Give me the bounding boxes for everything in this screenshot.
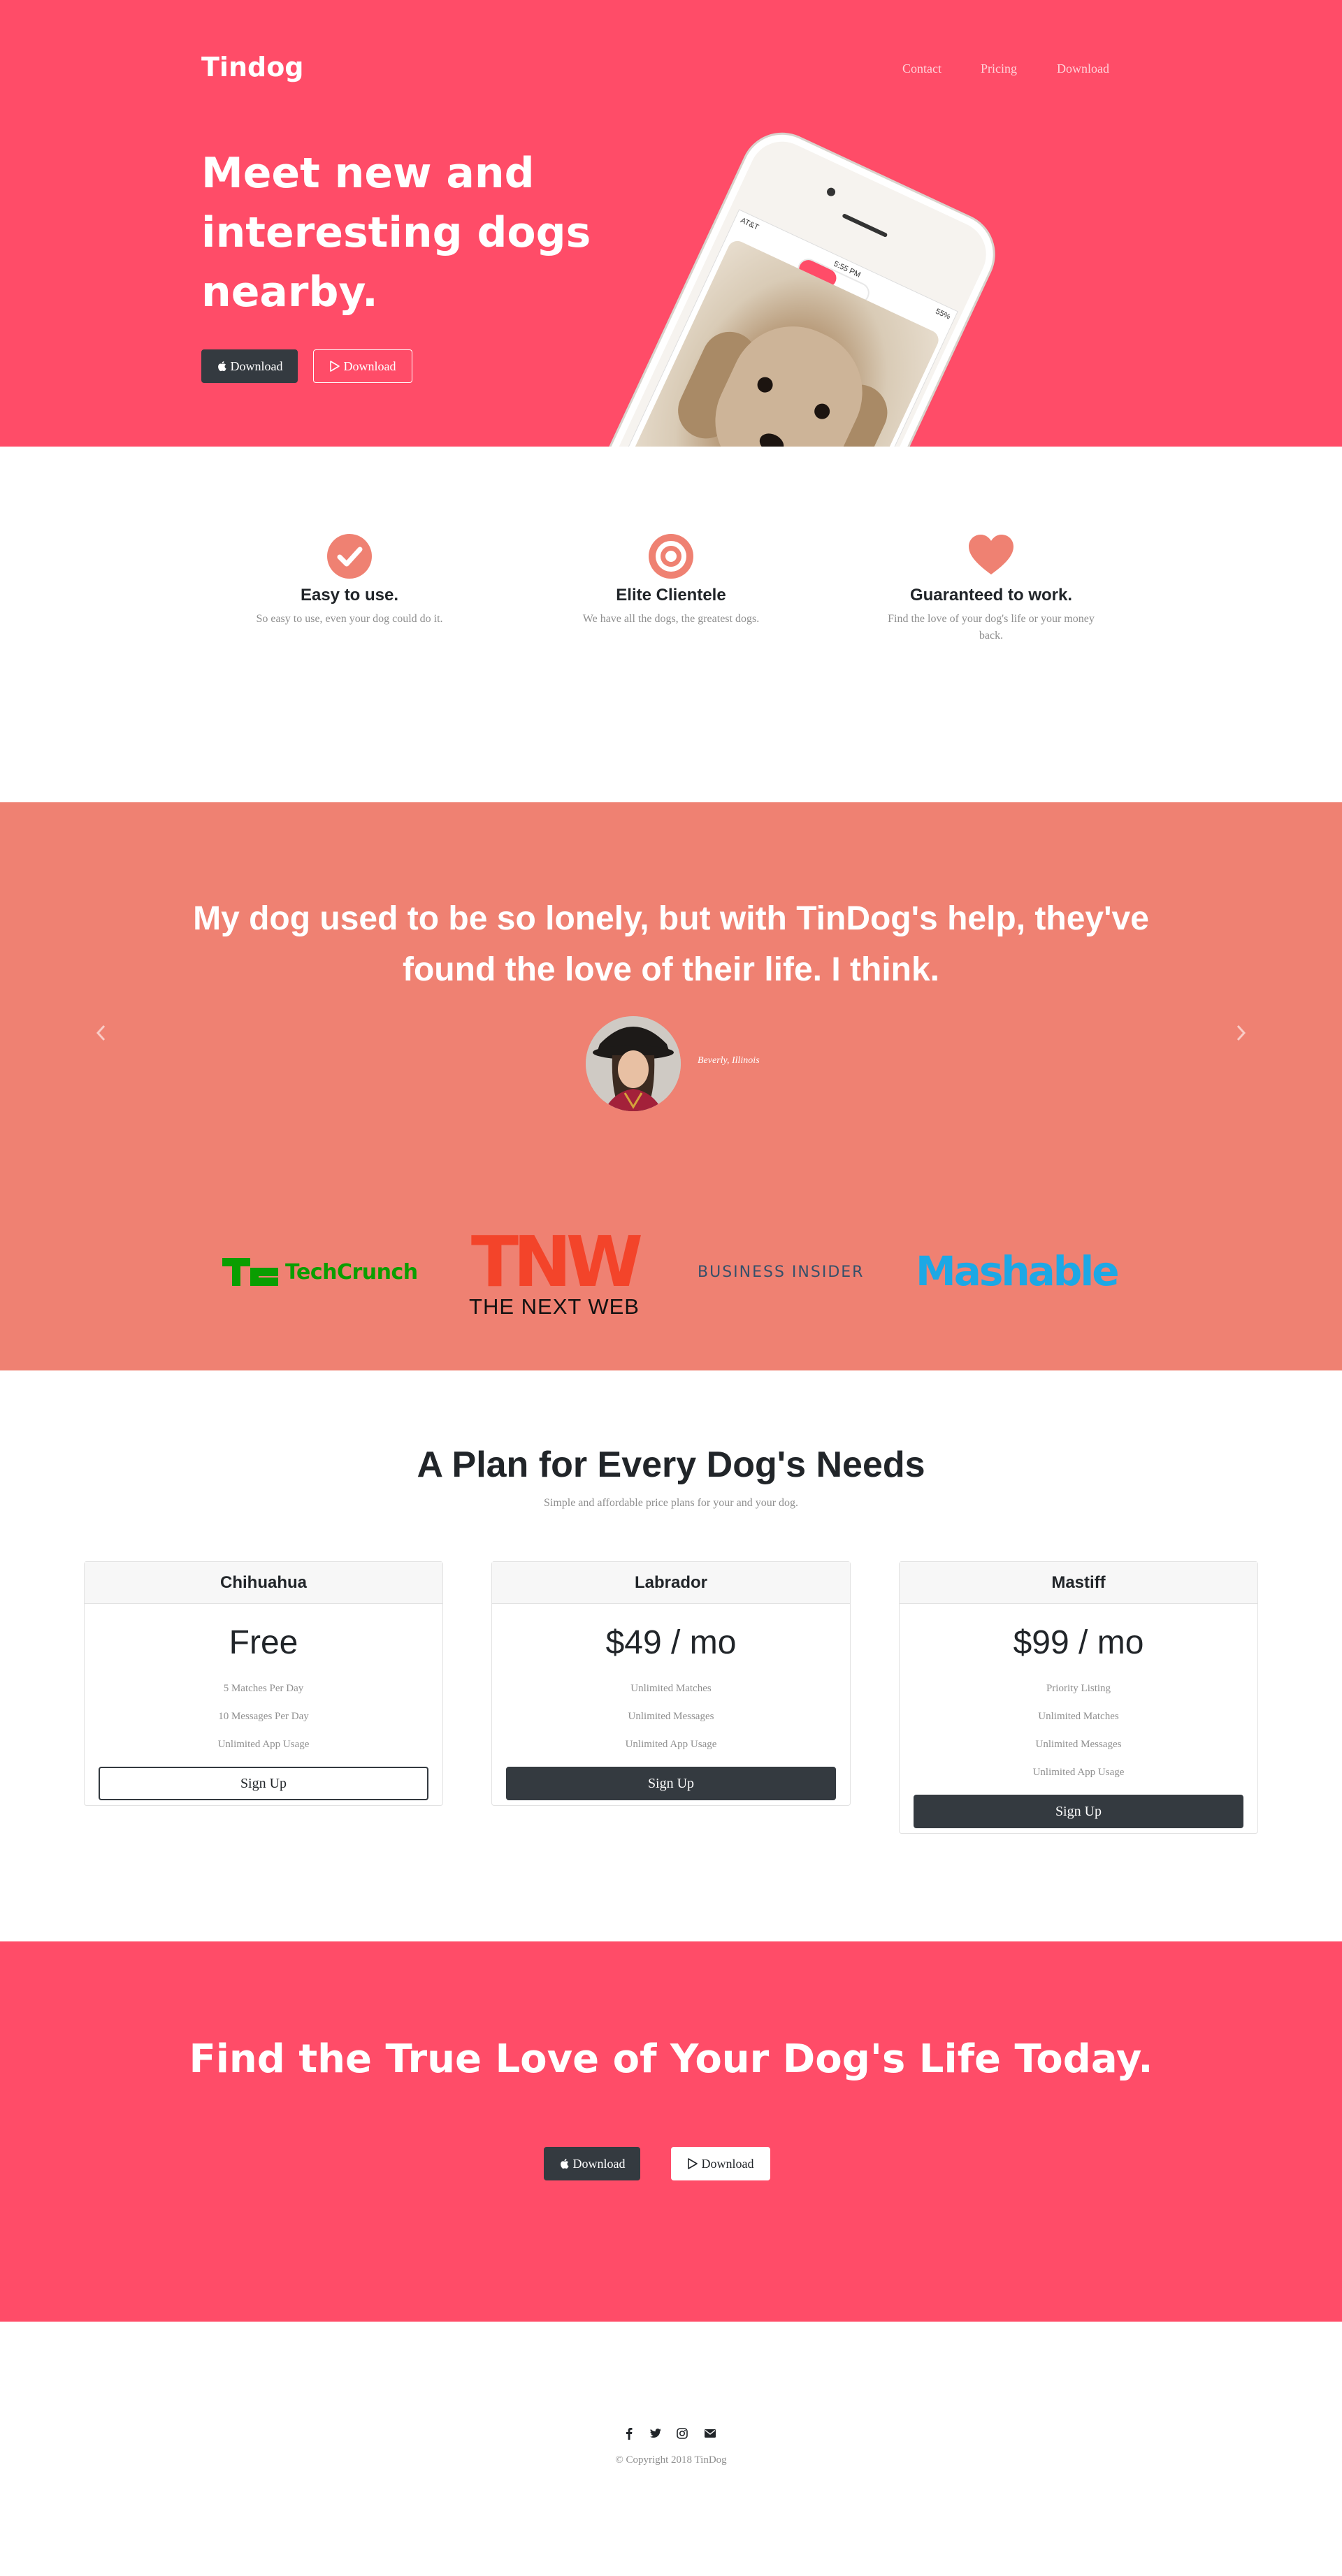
copyright-text: © Copyright 2018 TinDog <box>615 2454 727 2466</box>
hero-play-download-label: Download <box>343 359 396 373</box>
cta-heading: Find the True Love of Your Dog's Life To… <box>189 2036 1153 2082</box>
dog-photo <box>608 238 942 447</box>
google-play-icon <box>329 361 340 372</box>
hero-play-download-button[interactable]: Download <box>313 349 412 383</box>
business-insider-logo: BUSINESS INSIDER <box>698 1264 865 1281</box>
chevron-left-icon <box>96 1025 106 1041</box>
plan-name: Labrador <box>492 1562 850 1604</box>
feature-title: Guaranteed to work. <box>909 586 1073 605</box>
plan-price: $99 / mo <box>1013 1624 1144 1661</box>
apple-icon <box>217 361 226 372</box>
hero-section: Tindog Contact Pricing Download Meet new… <box>0 0 1342 447</box>
facebook-icon[interactable] <box>621 2425 637 2442</box>
feature-title: Elite Clientele <box>616 586 726 605</box>
tnw-logo: TNW THE NEXT WEB <box>454 1221 654 1319</box>
plan-feature: Unlimited Messages <box>628 1711 714 1722</box>
phone-screen: AT&T 5:55 PM 55% <box>573 209 958 447</box>
phone-battery: 55% <box>934 307 952 321</box>
plan-feature: 10 Messages Per Day <box>218 1711 309 1722</box>
mashable-logo: Mashable <box>916 1247 1120 1295</box>
plan-name: Mastiff <box>900 1562 1257 1604</box>
nav-download[interactable]: Download <box>1057 61 1109 76</box>
cta-section: Find the True Love of Your Dog's Life To… <box>0 1941 1342 2322</box>
hero-heading: Meet new and interesting dogs nearby. <box>201 149 591 317</box>
bullseye-icon <box>649 534 693 579</box>
phone-camera <box>825 186 837 198</box>
feature-elite-clientele: Elite Clientele We have all the dogs, th… <box>556 534 786 628</box>
pricing-title: A Plan for Every Dog's Needs <box>417 1445 925 1485</box>
feature-text: Find the love of your dog's life or your… <box>888 613 1095 642</box>
plan-feature: Unlimited App Usage <box>625 1739 717 1750</box>
plan-feature: Unlimited Matches <box>1038 1711 1119 1722</box>
check-circle-icon <box>327 534 372 579</box>
apple-icon <box>560 2159 569 2169</box>
hero-apple-download-label: Download <box>230 359 283 373</box>
carousel-next-button[interactable] <box>1220 998 1262 1068</box>
pricing-card-mastiff: Mastiff $99 / mo Priority Listing Unlimi… <box>899 1561 1258 1834</box>
chevron-right-icon <box>1236 1025 1246 1041</box>
cta-apple-download-label: Download <box>572 2156 626 2171</box>
plan-price: Free <box>229 1624 298 1661</box>
cta-play-download-label: Download <box>701 2156 754 2171</box>
plan-feature: Unlimited Matches <box>630 1683 712 1694</box>
testimonial-quote: My dog used to be so lonely, but with Ti… <box>193 900 1149 988</box>
google-play-icon <box>687 2158 698 2169</box>
hero-apple-download-button[interactable]: Download <box>201 349 298 383</box>
envelope-icon[interactable] <box>702 2425 719 2442</box>
tnw-mark: TNW <box>470 1221 643 1303</box>
phone-speaker <box>842 213 888 238</box>
pricing-card-chihuahua: Chihuahua Free 5 Matches Per Day 10 Mess… <box>84 1561 443 1806</box>
plan-feature: Priority Listing <box>1046 1683 1111 1694</box>
techcrunch-mark <box>222 1258 278 1286</box>
phone-carrier: AT&T <box>739 216 760 232</box>
pricing-card-labrador: Labrador $49 / mo Unlimited Matches Unli… <box>491 1561 851 1806</box>
tnw-subtitle: THE NEXT WEB <box>469 1294 640 1319</box>
techcrunch-logo: TechCrunch <box>222 1258 418 1286</box>
testimonial-caption: Beverly, Illinois <box>698 1055 760 1066</box>
plan-name: Chihuahua <box>85 1562 442 1604</box>
techcrunch-text: TechCrunch <box>285 1259 418 1285</box>
sign-up-button[interactable]: Sign Up <box>506 1767 836 1800</box>
plan-price: $49 / mo <box>605 1624 737 1661</box>
plan-feature: Unlimited App Usage <box>1032 1767 1125 1778</box>
nav-pricing[interactable]: Pricing <box>981 61 1017 76</box>
sign-up-button[interactable]: Sign Up <box>99 1767 428 1800</box>
feature-text: So easy to use, even your dog could do i… <box>256 613 443 625</box>
cta-apple-download-button[interactable]: Download <box>544 2147 640 2180</box>
feature-title: Easy to use. <box>300 586 399 605</box>
feature-easy-to-use: Easy to use. So easy to use, even your d… <box>234 534 465 628</box>
instagram-icon[interactable] <box>674 2425 691 2442</box>
plan-feature: Unlimited Messages <box>1035 1739 1122 1750</box>
testimonials-section: My dog used to be so lonely, but with Ti… <box>0 802 1342 1370</box>
sign-up-button[interactable]: Sign Up <box>914 1795 1243 1828</box>
feature-text: We have all the dogs, the greatest dogs. <box>582 613 760 625</box>
twitter-icon[interactable] <box>647 2425 664 2442</box>
testimonial-avatar <box>586 1016 681 1111</box>
plan-feature: 5 Matches Per Day <box>223 1683 304 1694</box>
heart-icon <box>969 534 1013 579</box>
feature-guaranteed: Guaranteed to work. Find the love of you… <box>876 534 1106 644</box>
carousel-prev-button[interactable] <box>80 998 122 1068</box>
plan-feature: Unlimited App Usage <box>217 1739 310 1750</box>
cta-play-download-button[interactable]: Download <box>671 2147 770 2180</box>
nav-contact[interactable]: Contact <box>902 61 941 76</box>
pricing-subtitle: Simple and affordable price plans for yo… <box>543 1497 799 1509</box>
brand-logo[interactable]: Tindog <box>201 52 304 82</box>
